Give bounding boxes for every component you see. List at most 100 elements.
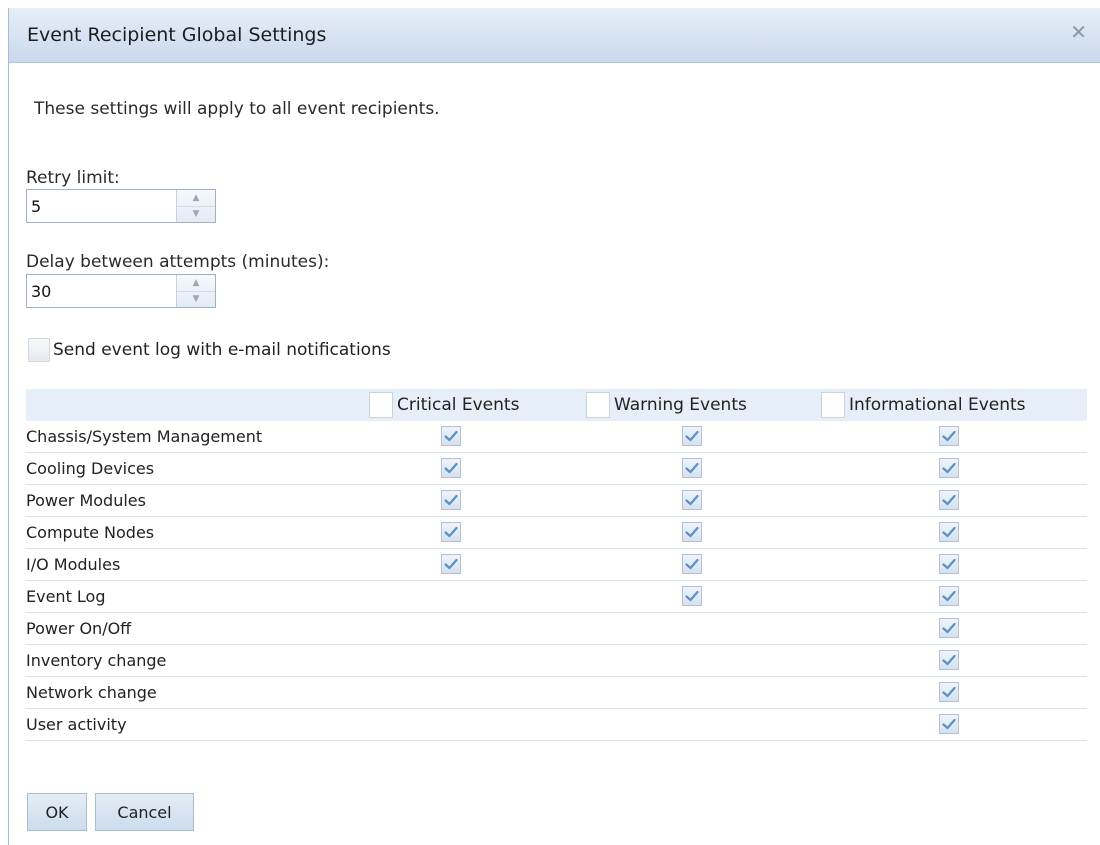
retry-decrement-button[interactable]: ▼ (177, 206, 215, 222)
table-row: Network change (26, 676, 1087, 709)
critical-cell (369, 676, 586, 709)
event-category-label: User activity (26, 708, 369, 741)
checkmark-icon (942, 654, 956, 666)
header-warning-label: Warning Events (614, 395, 747, 415)
critical-cell (369, 644, 586, 677)
delay-value[interactable]: 30 (31, 282, 51, 301)
header-warning: Warning Events (586, 389, 821, 421)
retry-increment-button[interactable]: ▲ (177, 190, 215, 207)
informational-checkbox[interactable] (939, 458, 959, 478)
header-critical-label: Critical Events (397, 395, 520, 415)
informational-checkbox[interactable] (939, 490, 959, 510)
table-header-row: Critical Events Warning Events Informati… (26, 389, 1087, 421)
informational-cell (821, 676, 1087, 709)
informational-checkbox[interactable] (939, 618, 959, 638)
retry-limit-spinner[interactable]: 5 ▲ ▼ (26, 189, 216, 223)
send-event-log-checkbox[interactable] (28, 338, 50, 362)
arrow-down-icon: ▼ (192, 209, 200, 219)
informational-cell (821, 580, 1087, 613)
critical-cell (369, 452, 586, 485)
critical-select-all-checkbox[interactable] (369, 392, 393, 418)
warning-cell (586, 421, 821, 453)
informational-checkbox[interactable] (939, 426, 959, 446)
checkmark-icon (685, 558, 699, 570)
checkmark-icon (685, 494, 699, 506)
checkmark-icon (942, 526, 956, 538)
informational-checkbox[interactable] (939, 586, 959, 606)
critical-checkbox[interactable] (441, 426, 461, 446)
informational-checkbox[interactable] (939, 650, 959, 670)
event-category-label: Inventory change (26, 644, 369, 677)
event-recipient-settings-dialog: Event Recipient Global Settings ✕ These … (8, 8, 1100, 845)
table-row: Cooling Devices (26, 452, 1087, 485)
critical-checkbox[interactable] (441, 554, 461, 574)
retry-limit-value[interactable]: 5 (31, 197, 41, 216)
warning-cell (586, 548, 821, 581)
table-row: Event Log (26, 580, 1087, 613)
delay-increment-button[interactable]: ▲ (177, 275, 215, 292)
critical-cell (369, 516, 586, 549)
informational-checkbox[interactable] (939, 522, 959, 542)
warning-cell (586, 644, 821, 677)
critical-checkbox[interactable] (441, 522, 461, 542)
warning-cell (586, 484, 821, 517)
informational-cell (821, 644, 1087, 677)
informational-cell (821, 548, 1087, 581)
warning-cell (586, 676, 821, 709)
arrow-down-icon: ▼ (192, 294, 200, 304)
warning-cell (586, 516, 821, 549)
intro-text: These settings will apply to all event r… (34, 99, 440, 119)
checkmark-icon (685, 590, 699, 602)
send-event-log-option[interactable]: Send event log with e-mail notifications (28, 338, 391, 362)
critical-cell (369, 612, 586, 645)
informational-checkbox[interactable] (939, 714, 959, 734)
event-types-table: Critical Events Warning Events Informati… (26, 389, 1087, 741)
informational-cell (821, 421, 1087, 453)
checkmark-icon (942, 430, 956, 442)
table-row: User activity (26, 708, 1087, 741)
warning-checkbox[interactable] (682, 426, 702, 446)
table-row: Power Modules (26, 484, 1087, 517)
informational-cell (821, 516, 1087, 549)
critical-cell (369, 548, 586, 581)
informational-checkbox[interactable] (939, 682, 959, 702)
warning-checkbox[interactable] (682, 458, 702, 478)
critical-checkbox[interactable] (441, 458, 461, 478)
event-category-label: Compute Nodes (26, 516, 369, 549)
checkmark-icon (942, 718, 956, 730)
checkmark-icon (444, 526, 458, 538)
warning-cell (586, 580, 821, 613)
table-row: Compute Nodes (26, 516, 1087, 549)
header-informational-label: Informational Events (849, 395, 1026, 415)
critical-cell (369, 580, 586, 613)
checkmark-icon (942, 622, 956, 634)
warning-checkbox[interactable] (682, 490, 702, 510)
event-category-label: Event Log (26, 580, 369, 613)
critical-cell (369, 484, 586, 517)
checkmark-icon (444, 430, 458, 442)
delay-label: Delay between attempts (minutes): (26, 252, 330, 272)
warning-checkbox[interactable] (682, 586, 702, 606)
ok-button[interactable]: OK (27, 793, 87, 831)
informational-checkbox[interactable] (939, 554, 959, 574)
cancel-button[interactable]: Cancel (95, 793, 194, 831)
warning-checkbox[interactable] (682, 522, 702, 542)
retry-spinner-buttons: ▲ ▼ (176, 190, 215, 222)
header-informational: Informational Events (821, 389, 1087, 421)
event-category-label: Chassis/System Management (26, 421, 369, 453)
dialog-titlebar[interactable]: Event Recipient Global Settings ✕ (9, 8, 1100, 63)
delay-decrement-button[interactable]: ▼ (177, 291, 215, 307)
critical-cell (369, 708, 586, 741)
critical-checkbox[interactable] (441, 490, 461, 510)
checkmark-icon (942, 494, 956, 506)
warning-cell (586, 708, 821, 741)
informational-select-all-checkbox[interactable] (821, 392, 845, 418)
close-icon[interactable]: ✕ (1070, 20, 1087, 44)
retry-limit-label: Retry limit: (26, 168, 120, 188)
send-event-log-label: Send event log with e-mail notifications (53, 340, 391, 360)
warning-select-all-checkbox[interactable] (586, 392, 610, 418)
checkmark-icon (942, 462, 956, 474)
delay-spinner[interactable]: 30 ▲ ▼ (26, 274, 216, 308)
warning-checkbox[interactable] (682, 554, 702, 574)
checkmark-icon (685, 526, 699, 538)
